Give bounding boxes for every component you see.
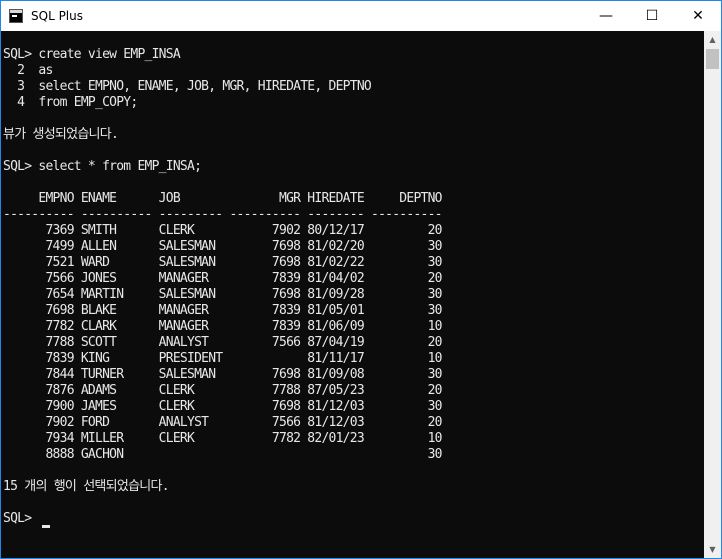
text-cursor: [42, 525, 50, 528]
scroll-up-icon[interactable]: ▲: [704, 31, 721, 48]
console-line: 7499 ALLEN SALESMAN 7698 81/02/20 30: [3, 239, 442, 254]
close-button[interactable]: ✕: [675, 1, 721, 31]
console-line: 7654 MARTIN SALESMAN 7698 81/09/28 30: [3, 287, 442, 302]
vertical-scrollbar[interactable]: ▲ ▼: [704, 31, 721, 558]
console-line: 7876 ADAMS CLERK 7788 87/05/23 20: [3, 383, 442, 398]
console-line: 15 개의 행이 선택되었습니다.: [3, 479, 170, 494]
sqlplus-window: SQL Plus — ☐ ✕ SQL> create view EMP_INSA…: [0, 0, 722, 559]
console-line: 7900 JAMES CLERK 7698 81/12/03 30: [3, 399, 442, 414]
console-line: 3 select EMPNO, ENAME, JOB, MGR, HIREDAT…: [3, 79, 372, 94]
console-line: 7839 KING PRESIDENT 81/11/17 10: [3, 351, 442, 366]
console-line: EMPNO ENAME JOB MGR HIREDATE DEPTNO: [3, 191, 442, 206]
console-line: 7521 WARD SALESMAN 7698 81/02/22 30: [3, 255, 442, 270]
console-line: 2 as: [3, 63, 53, 78]
scroll-thumb[interactable]: [706, 49, 719, 69]
title-bar[interactable]: SQL Plus — ☐ ✕: [1, 1, 721, 31]
scroll-down-icon[interactable]: ▼: [704, 541, 721, 558]
console-line: 7566 JONES MANAGER 7839 81/04/02 20: [3, 271, 442, 286]
console-line: 7782 CLARK MANAGER 7839 81/06/09 10: [3, 319, 442, 334]
console-app-icon: [9, 9, 23, 23]
console-line: 7902 FORD ANALYST 7566 81/12/03 20: [3, 415, 442, 430]
console-line: ---------- ---------- --------- --------…: [3, 207, 443, 222]
console-line: 7934 MILLER CLERK 7782 82/01/23 10: [3, 431, 442, 446]
console-line: 7369 SMITH CLERK 7902 80/12/17 20: [3, 223, 442, 238]
console-line: 뷰가 생성되었습니다.: [3, 127, 119, 142]
console-output[interactable]: SQL> create view EMP_INSA 2 as 3 select …: [1, 31, 705, 558]
console-line: 4 from EMP_COPY;: [3, 95, 138, 110]
console-line: SQL> create view EMP_INSA: [3, 47, 181, 62]
console-line: 7788 SCOTT ANALYST 7566 87/04/19 20: [3, 335, 442, 350]
console-line: SQL> select * from EMP_INSA;: [3, 159, 202, 174]
console-line: 7844 TURNER SALESMAN 7698 81/09/08 30: [3, 367, 442, 382]
console-line: SQL>: [3, 511, 39, 526]
console-line: 7698 BLAKE MANAGER 7839 81/05/01 30: [3, 303, 442, 318]
window-title: SQL Plus: [31, 9, 83, 23]
minimize-button[interactable]: —: [583, 1, 629, 31]
maximize-button[interactable]: ☐: [629, 1, 675, 31]
console-line: 8888 GACHON 30: [3, 447, 442, 462]
